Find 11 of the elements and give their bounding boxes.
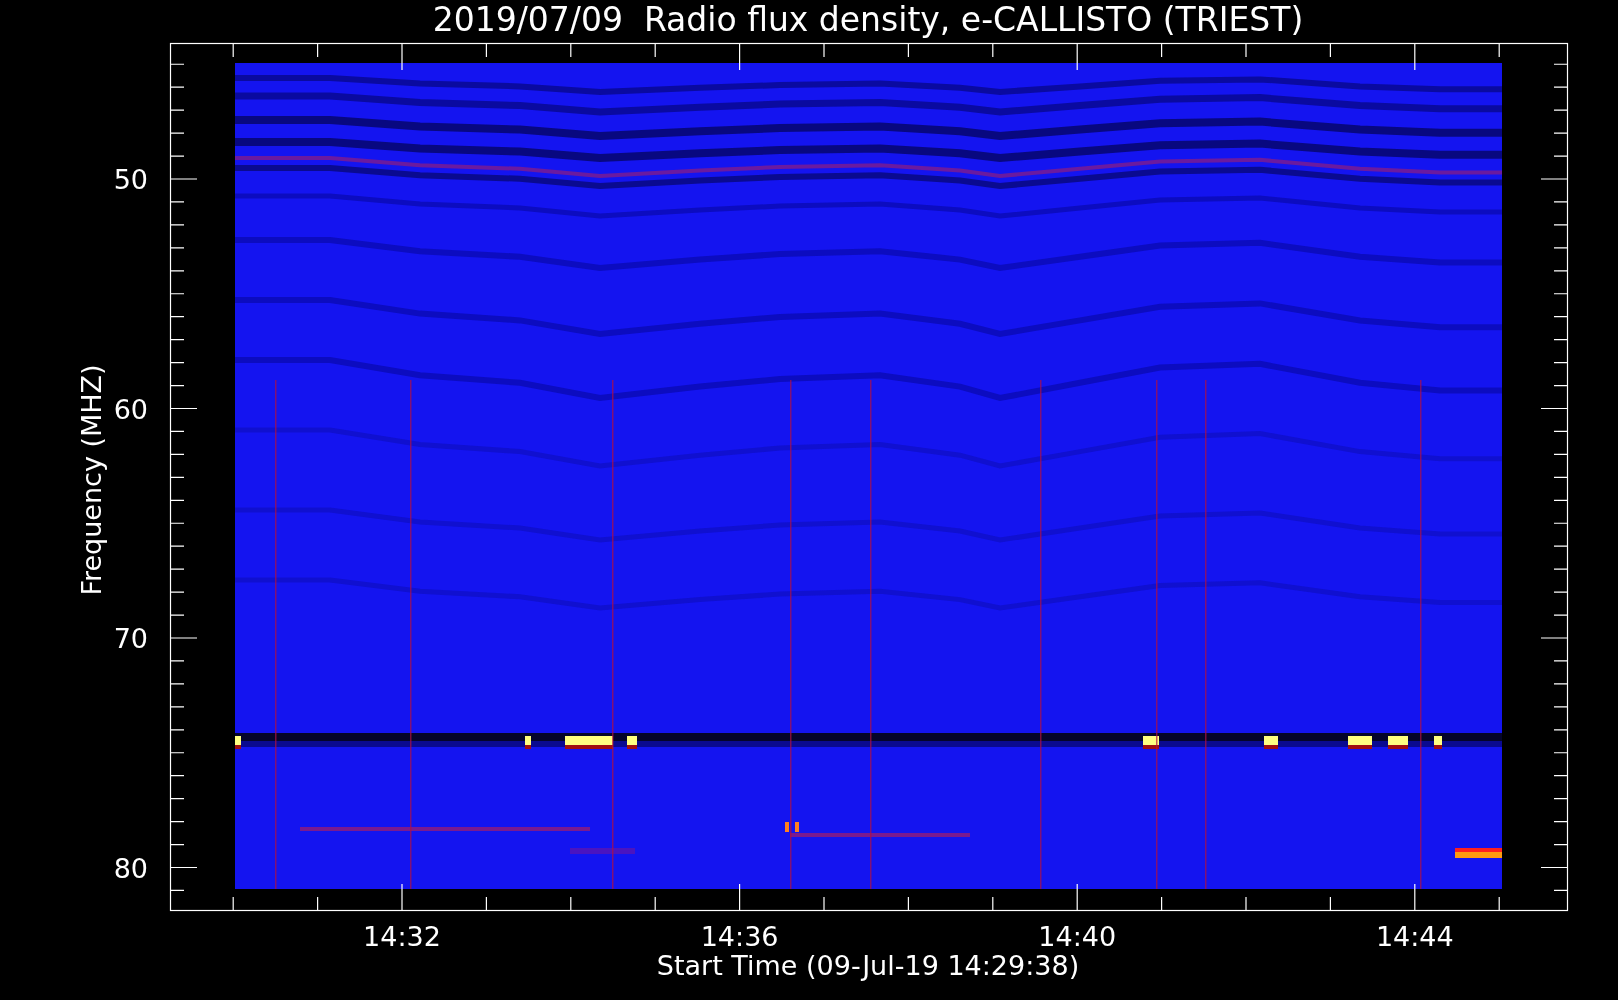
y-axis-title: Frequency (MHZ) xyxy=(76,364,107,596)
x-tick-label: 14:36 xyxy=(700,921,779,952)
x-tick-label: 14:44 xyxy=(1375,921,1454,952)
x-axis-title: Start Time (09-Jul-19 14:29:38) xyxy=(656,950,1080,981)
x-tick-label: 14:32 xyxy=(363,921,441,952)
y-tick-label: 60 xyxy=(113,393,148,425)
y-tick-label: 50 xyxy=(113,164,148,195)
x-tick-label: 14:40 xyxy=(1038,921,1117,952)
chart-title: 2019/07/09 Radio flux density, e-CALLISTO (TRIEST) xyxy=(432,0,1304,39)
y-tick-label: 80 xyxy=(113,852,148,884)
y-tick-label: 70 xyxy=(113,623,148,654)
